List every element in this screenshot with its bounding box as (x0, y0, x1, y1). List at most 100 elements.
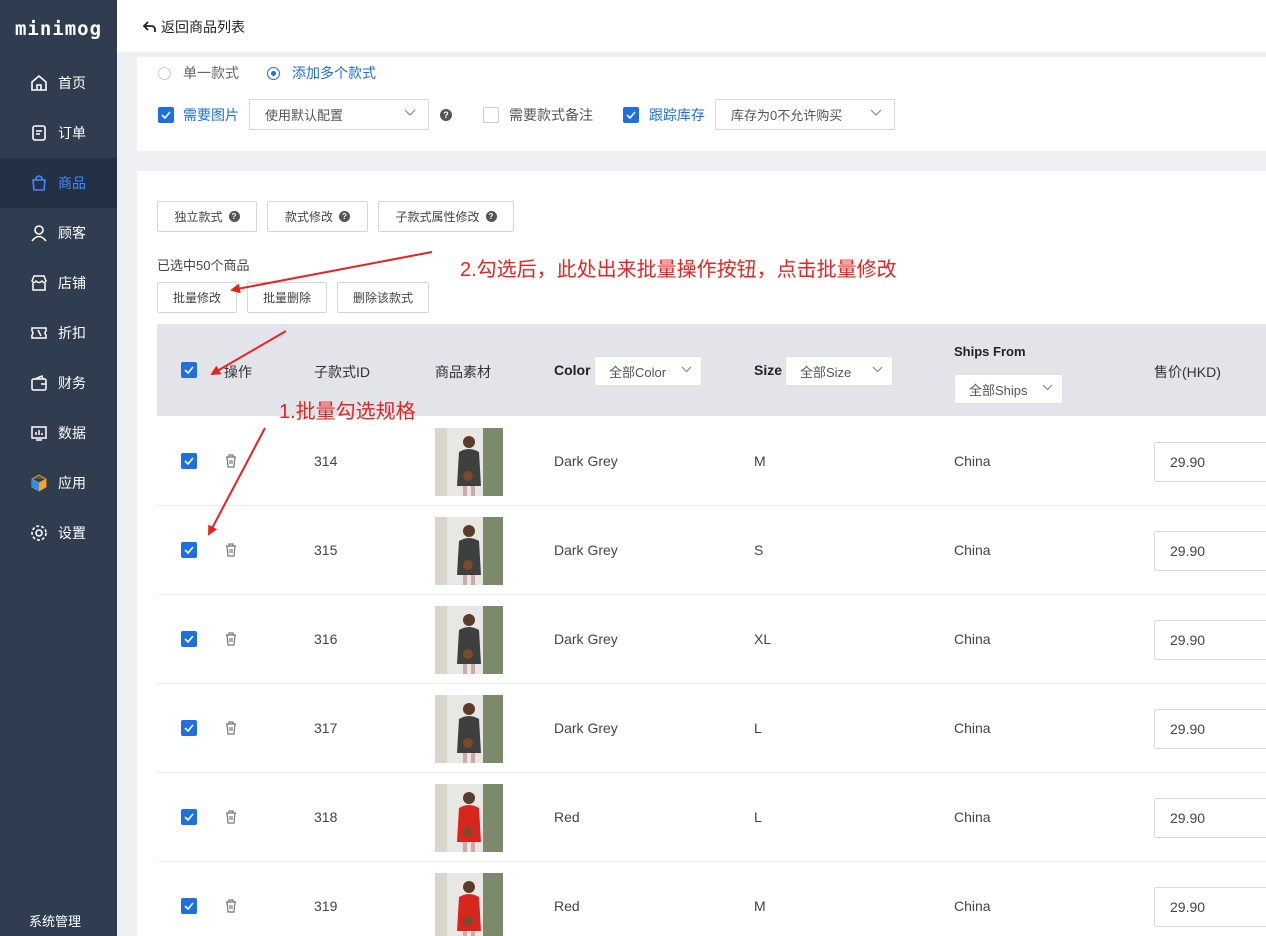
color-filter-value: 全部Color (609, 364, 667, 380)
sidebar-item-2[interactable]: 商品 (0, 158, 117, 208)
sub-variant-attr-button[interactable]: 子款式属性修改 ? (378, 201, 514, 232)
sub-id-cell: 319 (314, 898, 338, 914)
radio-single-variant[interactable]: 单一款式 (158, 63, 239, 83)
product-thumbnail[interactable] (435, 517, 503, 585)
table-row: 316 Dark Grey XL China 29.90 (157, 595, 1266, 684)
row-checkbox[interactable] (181, 631, 197, 647)
stock-policy-select[interactable]: 库存为0不允许购买 (715, 99, 895, 130)
color-filter-select[interactable]: 全部Color (594, 356, 702, 386)
sidebar-item-9[interactable]: 设置 (0, 508, 117, 558)
selected-count-text: 已选中50个商品 (157, 258, 250, 273)
chevron-down-icon (870, 109, 882, 116)
sidebar-item-4[interactable]: 店铺 (0, 258, 117, 308)
variant-modify-button[interactable]: 款式修改 ? (267, 201, 368, 232)
annotation-step-2: 2.勾选后，此处出来批量操作按钮，点击批量修改 (460, 259, 897, 281)
sidebar-item-6[interactable]: 财务 (0, 358, 117, 408)
sidebar-item-1[interactable]: 订单 (0, 108, 117, 158)
bag-icon (30, 174, 48, 192)
price-input[interactable]: 29.90 (1154, 531, 1266, 571)
trash-icon[interactable] (225, 899, 237, 913)
independent-variant-label: 独立款式 (174, 210, 223, 224)
top-bar: 返回商品列表 (117, 0, 1266, 52)
price-input[interactable]: 29.90 (1154, 798, 1266, 838)
trash-icon[interactable] (225, 721, 237, 735)
price-value: 29.90 (1170, 721, 1206, 737)
image-config-select[interactable]: 使用默认配置 (249, 99, 429, 130)
back-link-label: 返回商品列表 (161, 19, 245, 35)
help-icon: ? (485, 211, 497, 222)
select-all-checkbox[interactable] (181, 362, 197, 378)
row-checkbox[interactable] (181, 720, 197, 736)
row-checkbox[interactable] (181, 809, 197, 825)
price-value: 29.90 (1170, 632, 1206, 648)
need-image-label: 需要图片 (183, 107, 239, 123)
product-thumbnail[interactable] (435, 428, 503, 496)
price-value: 29.90 (1170, 454, 1206, 470)
trash-icon[interactable] (225, 810, 237, 824)
need-image-checkbox[interactable]: 需要图片 (158, 100, 239, 130)
size-filter-select[interactable]: 全部Size (785, 356, 893, 386)
annotation-step-1: 1.批量勾选规格 (279, 401, 416, 423)
price-input[interactable]: 29.90 (1154, 887, 1266, 927)
radio-multi-variant[interactable]: 添加多个款式 (267, 63, 376, 83)
sidebar-item-label: 设置 (58, 525, 86, 541)
color-cell: Dark Grey (554, 631, 618, 647)
back-to-products-link[interactable]: 返回商品列表 (143, 17, 245, 37)
col-size: Size (754, 362, 783, 378)
size-cell: L (754, 720, 762, 736)
price-input[interactable]: 29.90 (1154, 442, 1266, 482)
radio-circle-selected (267, 66, 280, 80)
system-management-link[interactable]: 系统管理 (29, 911, 81, 930)
sidebar-item-7[interactable]: 数据 (0, 408, 117, 458)
table-row: 319 Red M China 29.90 (157, 862, 1266, 936)
product-thumbnail[interactable] (435, 784, 503, 852)
trash-icon[interactable] (225, 454, 237, 468)
independent-variant-button[interactable]: 独立款式 ? (157, 201, 257, 232)
col-price: 售价(HKD) (1154, 364, 1221, 380)
trash-icon[interactable] (225, 543, 237, 557)
price-value: 29.90 (1170, 543, 1206, 559)
order-icon (30, 124, 48, 142)
sidebar-item-label: 折扣 (58, 325, 86, 341)
price-input[interactable]: 29.90 (1154, 709, 1266, 749)
ships-from-cell: China (954, 542, 991, 558)
delete-variant-button[interactable]: 删除该款式 (337, 282, 429, 313)
color-cell: Red (554, 809, 580, 825)
row-checkbox[interactable] (181, 898, 197, 914)
sub-id-cell: 317 (314, 720, 338, 736)
bulk-delete-button[interactable]: 批量删除 (247, 282, 327, 313)
sidebar-item-label: 首页 (58, 75, 86, 91)
back-arrow-icon (143, 21, 156, 32)
radio-multi-label: 添加多个款式 (292, 65, 376, 81)
variant-config-card: 单一款式 添加多个款式 需要图片 使用默认配置 ? 需要款式备注 跟踪库存 库存… (137, 57, 1266, 151)
sidebar-item-label: 订单 (58, 125, 86, 141)
sidebar-item-5[interactable]: 折扣 (0, 308, 117, 358)
sidebar-item-3[interactable]: 顾客 (0, 208, 117, 258)
sidebar-item-0[interactable]: 首页 (0, 58, 117, 108)
bulk-edit-button[interactable]: 批量修改 (157, 282, 237, 313)
need-note-label: 需要款式备注 (509, 107, 593, 123)
chevron-down-icon (872, 366, 883, 373)
row-checkbox[interactable] (181, 453, 197, 469)
track-stock-checkbox[interactable]: 跟踪库存 (623, 100, 705, 130)
variants-table-card: 独立款式 ? 款式修改 ? 子款式属性修改 ? 已选中50个商品 批量修改 批量… (137, 171, 1266, 936)
product-thumbnail[interactable] (435, 606, 503, 674)
color-cell: Red (554, 898, 580, 914)
ships-filter-select[interactable]: 全部Ships (954, 374, 1063, 404)
image-config-value: 使用默认配置 (265, 108, 344, 123)
trash-icon[interactable] (225, 632, 237, 646)
product-thumbnail[interactable] (435, 873, 503, 936)
size-filter-value: 全部Size (800, 364, 852, 380)
wallet-icon (30, 374, 48, 392)
help-icon[interactable]: ? (440, 109, 452, 121)
need-note-checkbox[interactable]: 需要款式备注 (483, 100, 593, 130)
sub-id-cell: 314 (314, 453, 338, 469)
price-input[interactable]: 29.90 (1154, 620, 1266, 660)
table-row: 314 Dark Grey M China 29.90 (157, 417, 1266, 506)
sidebar-nav: 首页订单商品 顾客 店铺折扣财务 数据 应用设置 (0, 58, 117, 558)
row-checkbox[interactable] (181, 542, 197, 558)
chevron-down-icon (1042, 384, 1053, 391)
product-thumbnail[interactable] (435, 695, 503, 763)
sidebar-item-8[interactable]: 应用 (0, 458, 117, 508)
app-logo[interactable]: minimog (0, 0, 117, 58)
